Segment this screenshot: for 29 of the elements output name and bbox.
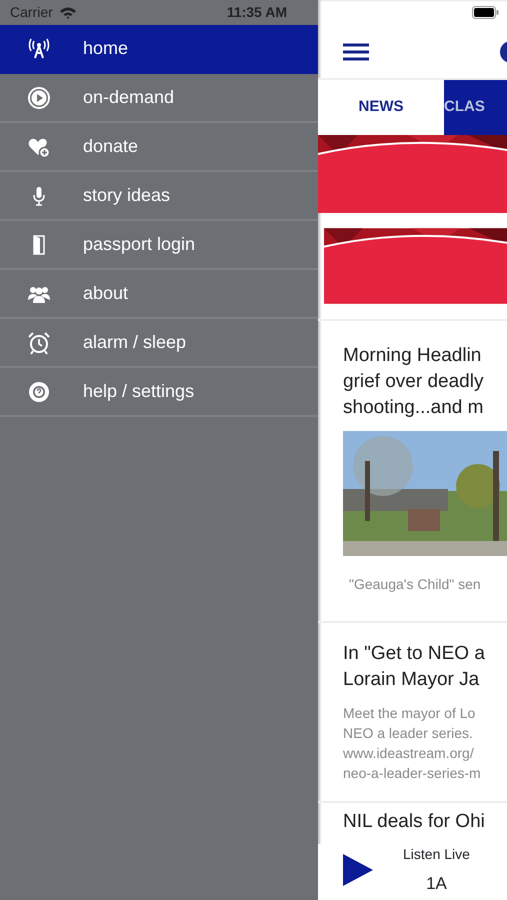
- status-time: 11:35 AM: [226, 3, 287, 22]
- image-caption: "Geauga's Child" sen: [349, 575, 482, 594]
- article-title-line[interactable]: Morning Headlin: [343, 343, 507, 369]
- description-line: neo-a-leader-series-m: [343, 764, 482, 783]
- carrier-label: Carrier: [10, 3, 53, 22]
- tab[interactable]: CLAS: [444, 80, 507, 135]
- description-line: Meet the mayor of Lo: [343, 704, 476, 723]
- logo-icon: [499, 40, 507, 64]
- help-icon: [27, 380, 51, 404]
- program-name: 1A: [426, 873, 447, 895]
- wifi-icon: [58, 6, 77, 19]
- article-title-line[interactable]: Lorain Mayor Ja: [343, 667, 507, 693]
- play-button[interactable]: [343, 854, 373, 886]
- alarm-clock-icon: [27, 330, 51, 354]
- menu-item[interactable]: help / settings: [0, 368, 318, 417]
- listen-live-label: Listen Live: [403, 845, 470, 864]
- menu-item[interactable]: donate: [0, 123, 318, 172]
- battery-icon: [472, 6, 499, 19]
- menu-item[interactable]: home: [0, 25, 318, 74]
- article-title-line[interactable]: NIL deals for Ohi: [343, 809, 507, 835]
- menu-item[interactable]: on-demand: [0, 74, 318, 123]
- menu-button[interactable]: [343, 42, 369, 60]
- play-icon: [27, 86, 51, 110]
- description-line: NEO a leader series.: [343, 724, 474, 743]
- article-title-line[interactable]: grief over deadly: [343, 369, 507, 395]
- description-line: www.ideastream.org/: [343, 744, 475, 763]
- article-title-line[interactable]: shooting...and m: [343, 395, 507, 421]
- article-title-line[interactable]: In "Get to NEO a: [343, 641, 507, 667]
- antenna-icon: [27, 36, 51, 60]
